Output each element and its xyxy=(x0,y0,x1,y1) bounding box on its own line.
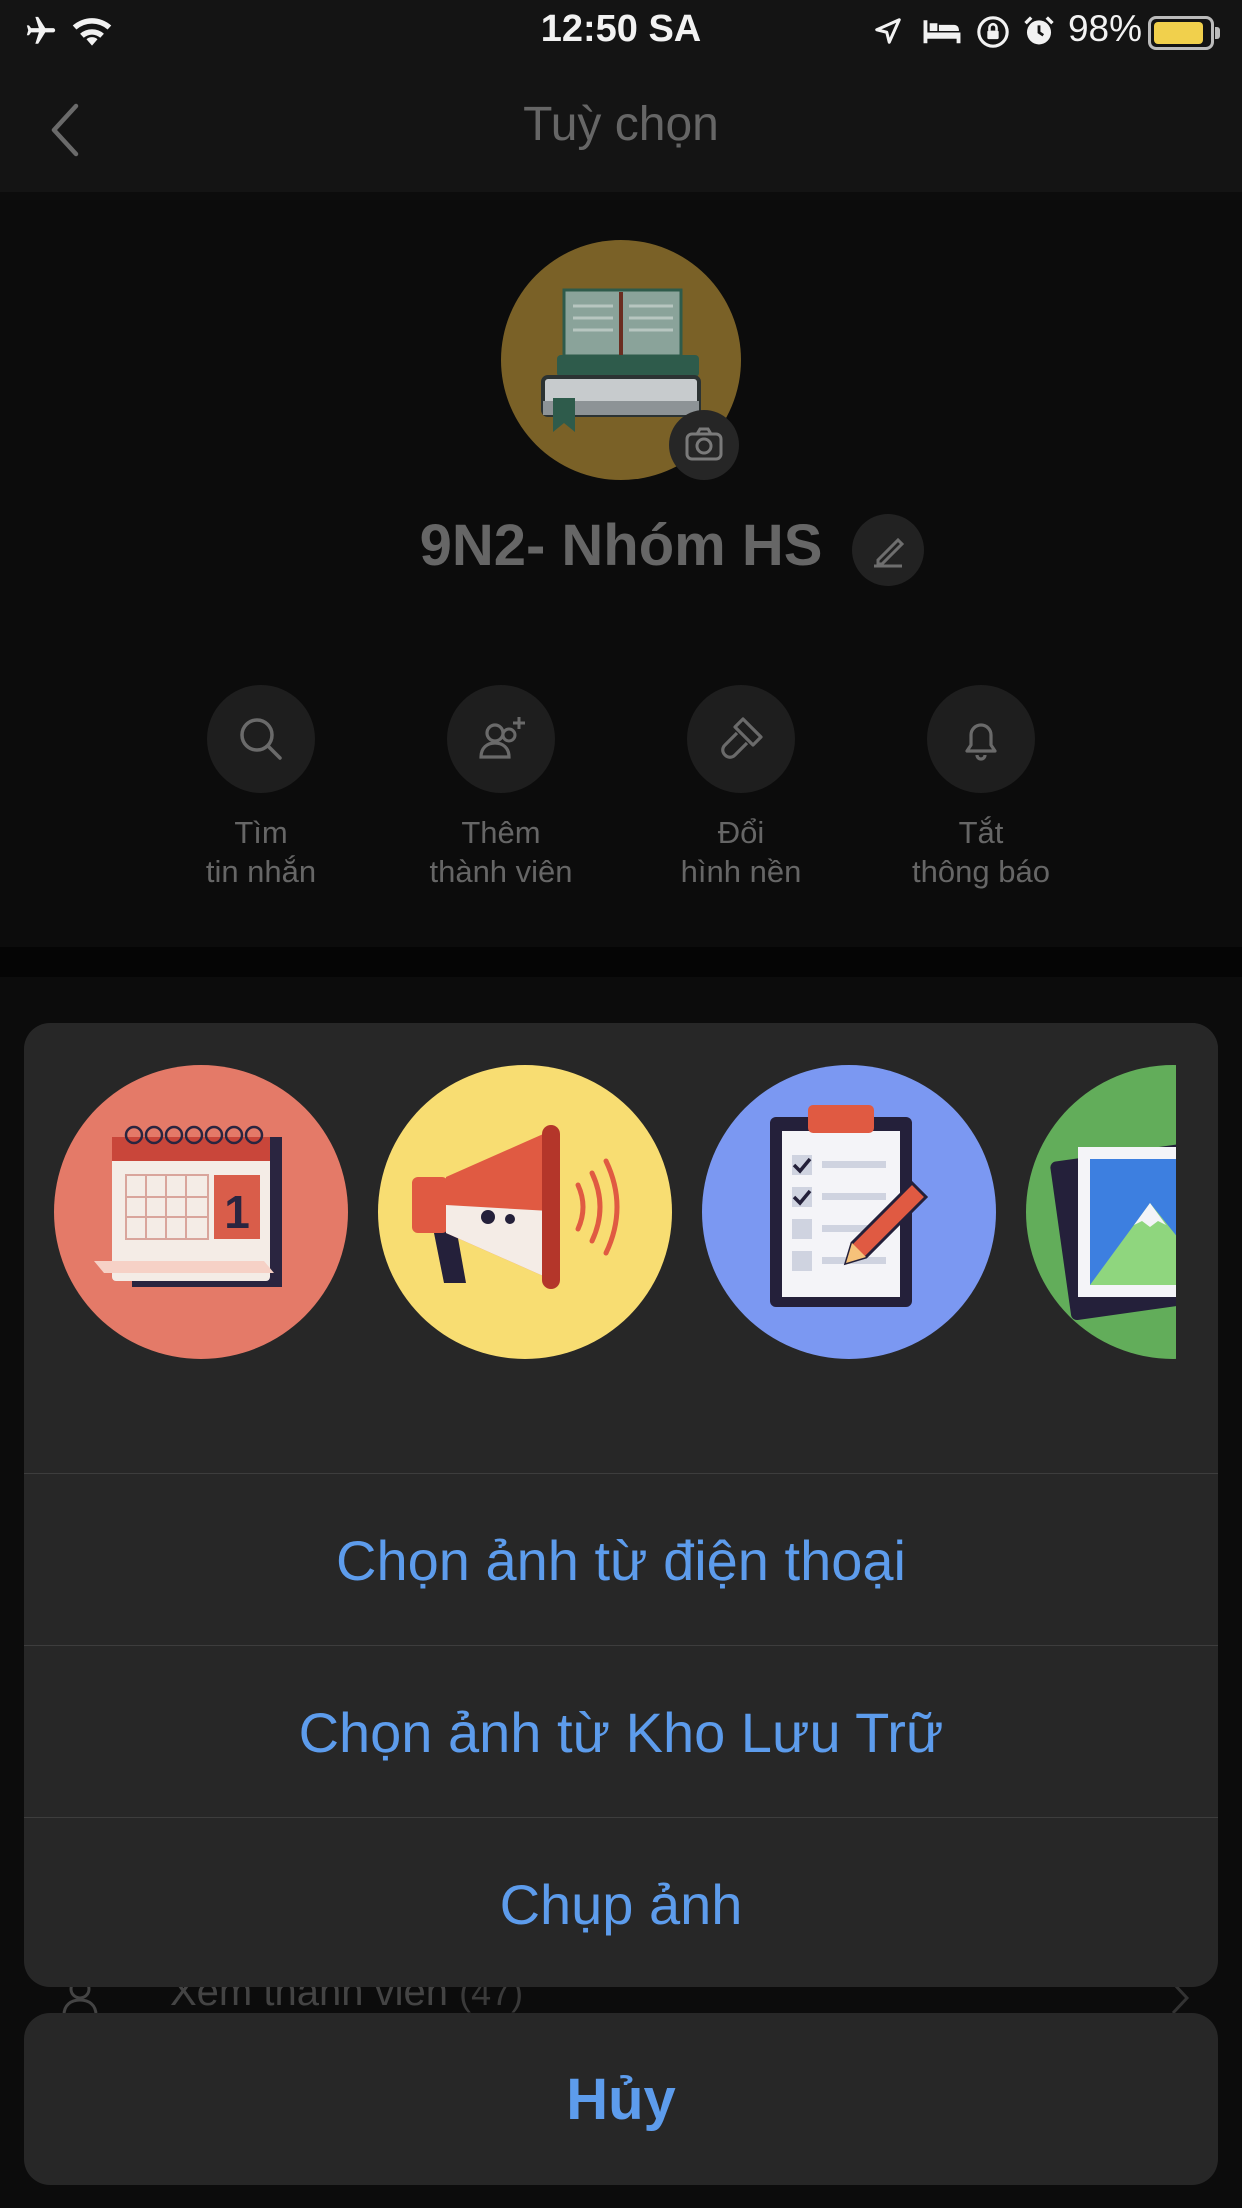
paint-brush-icon xyxy=(721,717,763,759)
calendar-sticker[interactable]: 1 xyxy=(54,1065,348,1359)
change-wallpaper-action[interactable]: Đổi hình nền xyxy=(621,685,861,891)
pencil-icon xyxy=(874,537,905,568)
group-name: 9N2- Nhóm HS xyxy=(419,513,823,578)
page-title: Tuỳ chọn xyxy=(523,98,719,151)
checklist-sticker[interactable] xyxy=(702,1065,996,1359)
search-messages-action[interactable]: Tìm tin nhắn xyxy=(141,685,381,891)
sticker-carousel[interactable]: 1 xyxy=(24,1023,1218,1473)
take-photo-button[interactable]: Chụp ảnh xyxy=(24,1817,1218,1987)
section-divider xyxy=(0,947,1242,977)
cancel-button[interactable]: Hủy xyxy=(24,2013,1218,2185)
group-profile: 9N2- Nhóm HS Tìm tin nhắn Thêm thành viên … xyxy=(0,192,1242,947)
add-user-icon xyxy=(479,717,525,759)
location-icon xyxy=(875,18,901,44)
clipboard-icon xyxy=(770,1105,929,1307)
choose-photo-from-storage-button[interactable]: Chọn ảnh từ Kho Lưu Trữ xyxy=(24,1645,1218,1818)
calendar-icon: 1 xyxy=(94,1125,282,1287)
header-bar: Tuỳ chọn xyxy=(0,62,1242,193)
carousel-edge xyxy=(1176,1023,1218,1473)
status-bar: 12:50 SA 98% xyxy=(0,0,1242,62)
mute-notifications-action[interactable]: Tắt thông báo xyxy=(861,685,1101,891)
camera-icon xyxy=(685,427,723,461)
rotation-lock-icon xyxy=(977,16,1009,48)
add-member-action[interactable]: Thêm thành viên xyxy=(381,685,621,891)
megaphone-sticker[interactable] xyxy=(378,1065,672,1359)
search-icon xyxy=(240,718,282,760)
bed-icon xyxy=(923,20,961,44)
choose-photo-from-phone-button[interactable]: Chọn ảnh từ điện thoại xyxy=(24,1473,1218,1646)
change-avatar-button[interactable] xyxy=(669,410,739,480)
battery-percent: 98% xyxy=(1067,8,1142,49)
edit-name-button[interactable] xyxy=(852,514,924,586)
alarm-icon xyxy=(1024,16,1054,45)
calendar-day-number: 1 xyxy=(224,1186,250,1238)
action-sheet: 1 Chọn ảnh từ điện thoại Chọn ảnh từ Kho… xyxy=(24,1023,1218,1987)
bell-icon xyxy=(965,723,997,761)
battery-icon xyxy=(1148,16,1220,50)
megaphone-icon xyxy=(412,1125,620,1289)
